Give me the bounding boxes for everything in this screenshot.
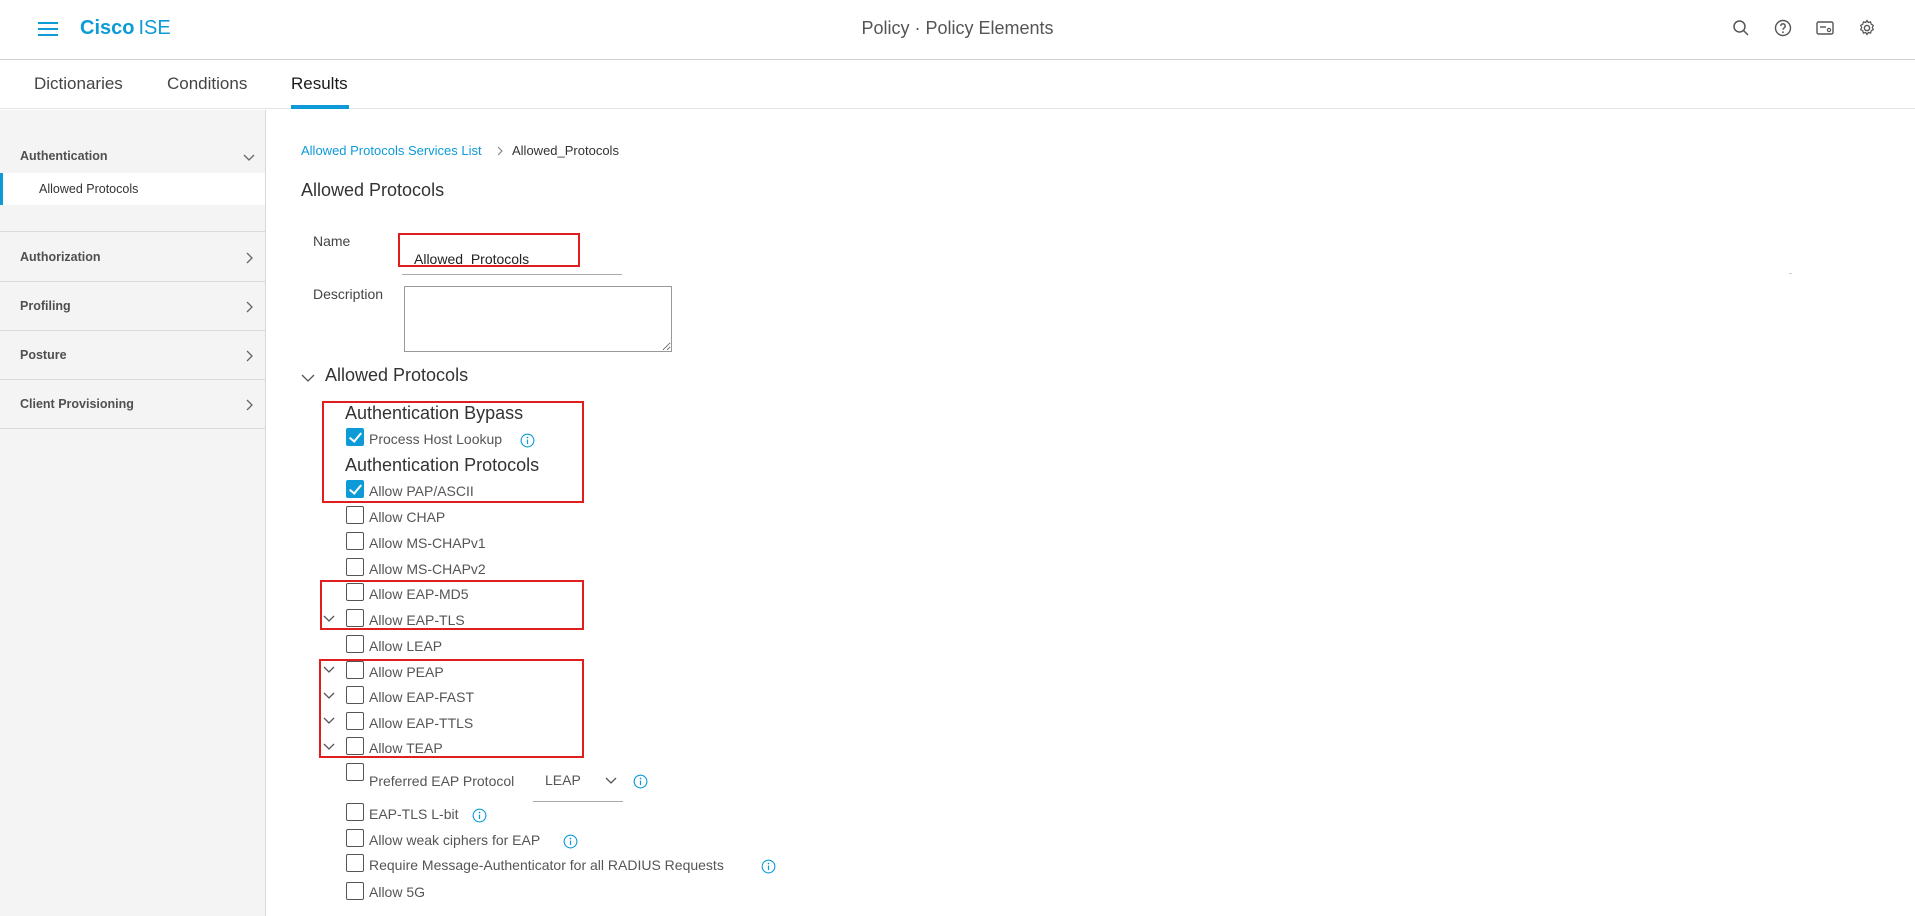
allowed-protocols-section-title: Allowed Protocols: [325, 365, 469, 385]
checkbox-label: EAP-TLS L-bit: [369, 806, 459, 822]
checkbox-label: Allow EAP-MD5: [369, 586, 469, 602]
policy-elements-tabs: Dictionaries Conditions Results: [0, 61, 1915, 109]
info-icon[interactable]: [563, 834, 578, 849]
description-textarea[interactable]: [404, 286, 672, 352]
checkbox-label: Allow 5G: [369, 884, 426, 900]
chevron-right-icon: [497, 146, 503, 156]
name-label: Name: [313, 233, 351, 249]
checkbox-label: Allow weak ciphers for EAP: [369, 832, 541, 848]
authentication-protocols-heading: Authentication Protocols: [345, 455, 540, 475]
selected-indicator: [0, 173, 3, 205]
search-icon[interactable]: [1731, 18, 1751, 38]
chevron-right-icon: [246, 350, 253, 362]
dashboard-icon[interactable]: [1815, 18, 1835, 38]
chevron-down-icon: [605, 777, 617, 784]
checkbox-label: Allow MS-CHAPv1: [369, 535, 486, 551]
chevron-down-icon: [243, 154, 255, 161]
checkbox-label: Allow EAP-FAST: [369, 689, 475, 705]
sidebar: Authentication Allowed Protocols Authori…: [0, 110, 266, 916]
allow-eap-tls-checkbox[interactable]: [346, 609, 364, 627]
chevron-right-icon: [246, 399, 253, 411]
tab-results[interactable]: Results: [291, 74, 348, 94]
sidebar-divider: [0, 231, 265, 232]
checkbox-label: Allow CHAP: [369, 509, 446, 525]
allow-pap-ascii-checkbox[interactable]: [346, 480, 364, 498]
name-input[interactable]: [402, 235, 622, 275]
sidebar-section-label: Authentication: [20, 149, 108, 163]
sidebar-divider: [0, 428, 265, 429]
sidebar-section-label: Authorization: [20, 250, 101, 264]
checkbox-label: Preferred EAP Protocol: [369, 773, 515, 789]
allow-teap-checkbox[interactable]: [346, 737, 364, 755]
page-heading: Allowed Protocols: [301, 180, 445, 200]
sidebar-item-allowed-protocols[interactable]: Allowed Protocols: [0, 173, 265, 205]
gear-icon[interactable]: [1857, 18, 1877, 38]
top-header: Cisco ISE Policy · Policy Elements: [0, 0, 1915, 60]
checkbox-label: Require Message-Authenticator for all RA…: [369, 857, 724, 873]
breadcrumb-current: Allowed_Protocols: [512, 143, 619, 158]
info-icon[interactable]: [520, 433, 535, 448]
allow-ms-chapv2-checkbox[interactable]: [346, 558, 364, 576]
allow-ms-chapv1-checkbox[interactable]: [346, 532, 364, 550]
chevron-down-icon[interactable]: [322, 742, 336, 752]
info-icon[interactable]: [761, 859, 776, 874]
checkbox-label: Allow EAP-TTLS: [369, 715, 474, 731]
info-icon[interactable]: [472, 808, 487, 823]
sidebar-divider: [0, 281, 265, 282]
checkbox-label: Allow PAP/ASCII: [369, 483, 474, 499]
description-label: Description: [313, 286, 384, 302]
sidebar-section-label: Posture: [20, 348, 67, 362]
sidebar-section-client-provisioning[interactable]: Client Provisioning: [0, 385, 265, 425]
select-value: LEAP: [545, 772, 581, 788]
breadcrumb-parent-link[interactable]: Allowed Protocols Services List: [301, 143, 482, 158]
info-icon[interactable]: [633, 774, 648, 789]
allow-peap-checkbox[interactable]: [346, 661, 364, 679]
chevron-right-icon: [246, 252, 253, 264]
chevron-right-icon: [246, 301, 253, 313]
checkbox-label: Allow EAP-TLS: [369, 612, 465, 628]
help-icon[interactable]: [1773, 18, 1793, 38]
allow-eap-md5-checkbox[interactable]: [346, 583, 364, 601]
chevron-down-icon[interactable]: [300, 370, 316, 386]
process-host-lookup-checkbox[interactable]: [346, 428, 364, 446]
sidebar-divider: [0, 330, 265, 331]
checkbox-label: Allow TEAP: [369, 740, 443, 756]
sidebar-section-authorization[interactable]: Authorization: [0, 238, 265, 278]
sidebar-section-authentication[interactable]: Authentication: [0, 137, 265, 177]
active-tab-indicator: [291, 105, 349, 109]
allow-eap-fast-checkbox[interactable]: [346, 686, 364, 704]
require-message-authenticator-checkbox[interactable]: [346, 854, 364, 872]
eap-tls-l-bit-checkbox[interactable]: [346, 803, 364, 821]
authentication-bypass-heading: Authentication Bypass: [345, 403, 524, 423]
checkbox-label: Process Host Lookup: [369, 431, 503, 447]
divider: [1789, 273, 1792, 274]
checkbox-label: Allow LEAP: [369, 638, 443, 654]
page-title: Policy · Policy Elements: [861, 18, 1054, 38]
sidebar-section-profiling[interactable]: Profiling: [0, 287, 265, 327]
preferred-eap-protocol-select[interactable]: LEAP: [533, 766, 623, 802]
allow-eap-ttls-checkbox[interactable]: [346, 712, 364, 730]
sidebar-item-label: Allowed Protocols: [39, 182, 139, 196]
chevron-down-icon[interactable]: [322, 691, 336, 701]
tab-dictionaries[interactable]: Dictionaries: [34, 74, 123, 94]
chevron-down-icon[interactable]: [322, 716, 336, 726]
preferred-eap-protocol-checkbox[interactable]: [346, 763, 364, 781]
header-toolbar: [1731, 18, 1877, 38]
sidebar-divider: [0, 379, 265, 380]
checkbox-label: Allow MS-CHAPv2: [369, 561, 486, 577]
sidebar-section-posture[interactable]: Posture: [0, 336, 265, 376]
chevron-down-icon[interactable]: [322, 614, 336, 624]
chevron-down-icon[interactable]: [322, 665, 336, 675]
checkbox-label: Allow PEAP: [369, 664, 444, 680]
allow-5g-checkbox[interactable]: [346, 882, 364, 900]
tab-conditions[interactable]: Conditions: [167, 74, 247, 94]
sidebar-section-label: Profiling: [20, 299, 71, 313]
allow-chap-checkbox[interactable]: [346, 506, 364, 524]
sidebar-section-label: Client Provisioning: [20, 397, 134, 411]
allow-weak-ciphers-checkbox[interactable]: [346, 829, 364, 847]
allow-leap-checkbox[interactable]: [346, 635, 364, 653]
